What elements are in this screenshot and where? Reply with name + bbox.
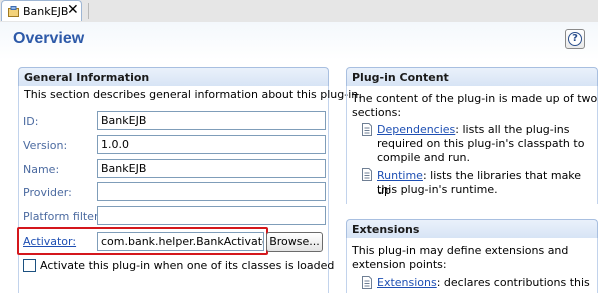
plugin-content-intro-line2: sections: xyxy=(352,106,402,119)
name-label: Name: xyxy=(23,163,60,176)
name-field[interactable]: BankEJB xyxy=(97,159,326,178)
activator-field[interactable]: com.bank.helper.BankActivator xyxy=(97,232,264,251)
extensions-item-line1: Extensions: declares contributions this xyxy=(377,275,590,290)
extensions-description: : declares contributions this xyxy=(436,276,590,289)
help-icon: ? xyxy=(568,32,582,46)
page-icon xyxy=(362,123,372,136)
extensions-section-title[interactable]: Extensions xyxy=(346,219,598,238)
activate-plugin-label: Activate this plug-in when one of its cl… xyxy=(40,259,335,272)
dependencies-item-line3: compile and run. xyxy=(377,151,471,164)
provider-label: Provider: xyxy=(23,186,72,199)
form-header xyxy=(0,22,598,60)
tab-label: BankEJB xyxy=(23,5,69,18)
id-field[interactable]: BankEJB xyxy=(97,111,326,130)
editor-tab-strip xyxy=(0,0,598,23)
plugin-content-intro-line1: The content of the plug-in is made up of… xyxy=(352,92,598,105)
page-title: Overview xyxy=(13,30,85,47)
dependencies-link[interactable]: Dependencies xyxy=(377,123,455,136)
tab-divider xyxy=(88,3,89,19)
browse-button[interactable]: Browse... xyxy=(266,232,323,252)
platform-filter-field[interactable] xyxy=(97,206,326,225)
help-button[interactable]: ? xyxy=(565,29,585,49)
editor-tab-bankejb[interactable]: BankEJB ✕ xyxy=(1,0,82,21)
extensions-intro-line1: This plug-in may define extensions and xyxy=(352,244,569,257)
plugin-content-section-title[interactable]: Plug-in Content xyxy=(346,67,598,86)
page-icon xyxy=(362,276,372,289)
provider-field[interactable] xyxy=(97,182,326,201)
activate-plugin-checkbox[interactable] xyxy=(23,259,36,272)
activator-link[interactable]: Activator: xyxy=(23,235,76,248)
general-information-description: This section describes general informati… xyxy=(24,88,362,101)
dependencies-description: : lists all the plug-ins xyxy=(455,123,570,136)
runtime-item-line2: this plug-in's runtime. xyxy=(377,183,498,196)
plugin-icon xyxy=(8,6,19,17)
close-icon[interactable]: ✕ xyxy=(67,2,79,19)
runtime-link[interactable]: Runtime xyxy=(377,169,423,182)
dependencies-item-line2: required on this plug-in's classpath to xyxy=(377,137,585,150)
general-information-section-title[interactable]: General Information xyxy=(18,67,329,86)
platform-filter-label: Platform filter: xyxy=(23,210,102,223)
id-label: ID: xyxy=(23,115,39,128)
extensions-intro-line2: extension points: xyxy=(352,258,447,271)
extensions-link[interactable]: Extensions xyxy=(377,276,437,289)
version-label: Version: xyxy=(23,139,68,152)
version-field[interactable]: 1.0.0 xyxy=(97,135,326,154)
dependencies-item-line1: Dependencies: lists all the plug-ins xyxy=(377,122,570,137)
page-icon xyxy=(362,168,372,181)
